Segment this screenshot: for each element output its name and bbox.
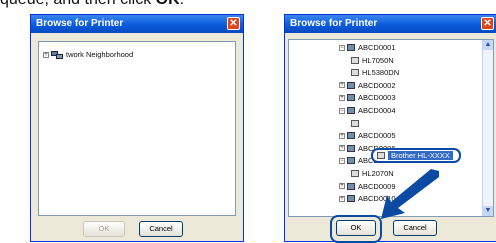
- dialog-titlebar[interactable]: Browse for Printer ✕: [285, 15, 496, 33]
- pointer-arrow-icon: [381, 169, 439, 219]
- instruction-ok-word: OK: [156, 0, 180, 8]
- tree-item[interactable]: − ABCD0001: [339, 42, 396, 53]
- expand-icon[interactable]: +: [339, 183, 345, 190]
- computer-icon: [347, 81, 355, 89]
- tree-item[interactable]: − ABCD0004: [339, 105, 396, 116]
- selected-printer-callout[interactable]: Brother HL-XXXX: [371, 148, 461, 163]
- browse-for-printer-dialog-right: Browse for Printer ✕ − ABCD0001 HL7050N HL5…: [284, 14, 496, 243]
- tree-item[interactable]: + ABCD0002: [339, 80, 396, 91]
- tree-item[interactable]: + ABCD0003: [339, 92, 396, 103]
- tree-item-network-neighborhood[interactable]: + twork Neighborhood: [43, 49, 133, 60]
- printer-tree[interactable]: + twork Neighborhood: [38, 41, 236, 216]
- dialog-titlebar[interactable]: Browse for Printer ✕: [31, 15, 243, 33]
- instruction-suffix: .: [180, 0, 184, 8]
- printer-icon: [351, 170, 359, 177]
- tree-item[interactable]: + ABCD0005: [339, 130, 396, 141]
- collapse-icon[interactable]: −: [339, 107, 345, 114]
- printer-icon: [351, 56, 359, 64]
- vertical-scrollbar[interactable]: ▲ ▼: [482, 40, 493, 216]
- expand-icon[interactable]: +: [43, 51, 49, 58]
- expand-icon[interactable]: +: [339, 195, 345, 202]
- instruction-prefix: queue, and then click: [0, 0, 156, 8]
- instruction-text: queue, and then click OK.: [0, 0, 496, 9]
- printer-icon: [377, 152, 385, 159]
- tree-item-label: twork Neighborhood: [66, 50, 134, 59]
- computer-icon: [347, 157, 355, 165]
- cancel-button[interactable]: Cancel: [139, 221, 183, 237]
- printer-icon: [351, 69, 359, 77]
- computer-icon: [347, 132, 355, 140]
- browse-for-printer-dialog-left: Browse for Printer ✕ + twork Neighborhoo…: [30, 14, 244, 242]
- ok-button[interactable]: OK: [83, 221, 125, 237]
- computer-icon: [347, 195, 355, 203]
- tree-item-label: ABCD0002: [358, 80, 396, 90]
- dialog-title: Browse for Printer: [290, 18, 378, 29]
- expand-icon[interactable]: +: [339, 82, 345, 89]
- collapse-icon[interactable]: −: [339, 157, 345, 164]
- tree-item[interactable]: HL5380DN: [351, 67, 399, 78]
- tree-item-label: ABCD0005: [358, 131, 396, 141]
- close-icon[interactable]: ✕: [227, 17, 240, 30]
- selected-printer-label: Brother HL-XXXX: [388, 151, 453, 160]
- network-icon: [51, 50, 63, 59]
- computer-icon: [347, 94, 355, 102]
- printer-icon: [351, 119, 359, 127]
- tree-item-label: ABCD0004: [358, 106, 396, 115]
- tree-item-label: ABCD0001: [358, 43, 396, 52]
- tree-item-label: HL5380DN: [362, 68, 400, 78]
- tree-item-label: HL7050N: [362, 55, 394, 65]
- expand-icon[interactable]: +: [339, 145, 345, 152]
- expand-icon[interactable]: +: [339, 132, 345, 139]
- collapse-icon[interactable]: −: [339, 44, 345, 51]
- tree-item[interactable]: HL7050N: [351, 55, 394, 66]
- ok-button[interactable]: OK: [336, 220, 376, 236]
- scroll-up-icon[interactable]: ▲: [483, 40, 493, 50]
- computer-icon: [347, 182, 355, 190]
- cancel-button[interactable]: Cancel: [393, 220, 437, 236]
- tree-item-label: ABCD0003: [358, 93, 396, 103]
- expand-icon[interactable]: +: [339, 94, 345, 101]
- computer-icon: [347, 144, 355, 152]
- computer-icon: [347, 107, 355, 114]
- close-icon[interactable]: ✕: [481, 17, 494, 30]
- scroll-down-icon[interactable]: ▼: [483, 206, 493, 216]
- tree-item[interactable]: [351, 118, 362, 129]
- dialog-title: Browse for Printer: [36, 18, 124, 29]
- computer-icon: [347, 44, 355, 51]
